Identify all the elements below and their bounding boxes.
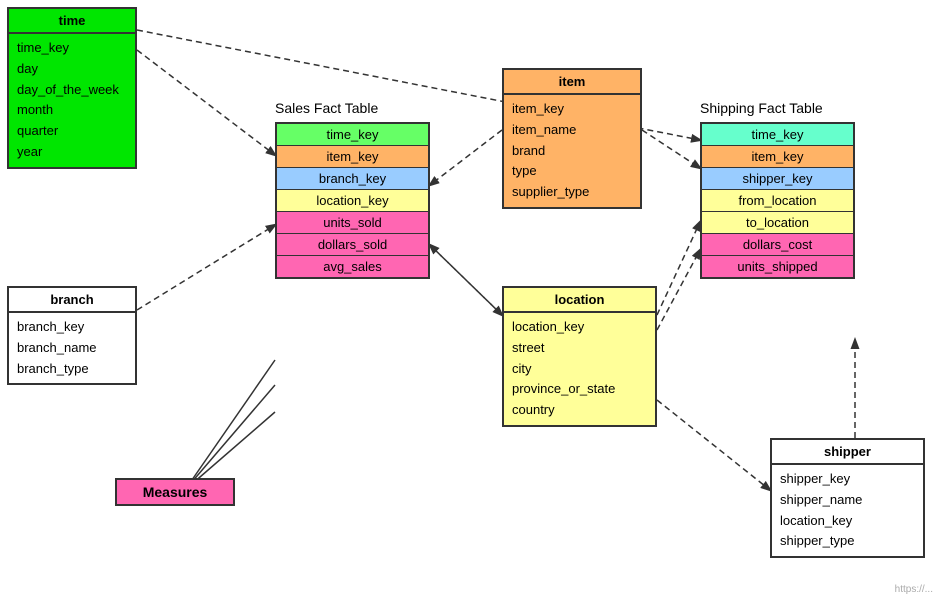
time-fields: time_key day day_of_the_week month quart… <box>9 34 135 167</box>
shipper-field-2: shipper_name <box>780 490 915 511</box>
sales-row-time-key: time_key <box>277 124 428 146</box>
shipping-fact-label: Shipping Fact Table <box>700 100 823 116</box>
location-header: location <box>504 288 655 313</box>
branch-table: branch branch_key branch_name branch_typ… <box>7 286 137 385</box>
shipper-field-3: location_key <box>780 511 915 532</box>
measures-label: Measures <box>117 480 233 504</box>
time-field-5: quarter <box>17 121 127 142</box>
sales-row-avg-sales: avg_sales <box>277 256 428 277</box>
watermark: https://... <box>895 584 933 595</box>
item-field-1: item_key <box>512 99 632 120</box>
location-field-1: location_key <box>512 317 647 338</box>
item-field-3: brand <box>512 141 632 162</box>
diagram: time time_key day day_of_the_week month … <box>0 0 943 600</box>
shipper-table: shipper shipper_key shipper_name locatio… <box>770 438 925 558</box>
item-field-2: item_name <box>512 120 632 141</box>
shipper-field-1: shipper_key <box>780 469 915 490</box>
item-table: item item_key item_name brand type suppl… <box>502 68 642 209</box>
shipper-header: shipper <box>772 440 923 465</box>
shipping-row-units-shipped: units_shipped <box>702 256 853 277</box>
sales-fact-label: Sales Fact Table <box>275 100 378 116</box>
measures-box: Measures <box>115 478 235 506</box>
time-table: time time_key day day_of_the_week month … <box>7 7 137 169</box>
shipping-row-time-key: time_key <box>702 124 853 146</box>
time-field-6: year <box>17 142 127 163</box>
shipper-fields: shipper_key shipper_name location_key sh… <box>772 465 923 556</box>
sales-row-units-sold: units_sold <box>277 212 428 234</box>
time-header: time <box>9 9 135 34</box>
shipping-row-dollars-cost: dollars_cost <box>702 234 853 256</box>
sales-row-location-key: location_key <box>277 190 428 212</box>
item-field-4: type <box>512 161 632 182</box>
sales-row-item-key: item_key <box>277 146 428 168</box>
shipper-field-4: shipper_type <box>780 531 915 552</box>
time-field-4: month <box>17 100 127 121</box>
branch-field-3: branch_type <box>17 359 127 380</box>
item-header: item <box>504 70 640 95</box>
location-field-5: country <box>512 400 647 421</box>
shipping-row-to-location: to_location <box>702 212 853 234</box>
time-field-1: time_key <box>17 38 127 59</box>
location-field-3: city <box>512 359 647 380</box>
shipping-row-item-key: item_key <box>702 146 853 168</box>
branch-fields: branch_key branch_name branch_type <box>9 313 135 383</box>
item-field-5: supplier_type <box>512 182 632 203</box>
location-table: location location_key street city provin… <box>502 286 657 427</box>
location-fields: location_key street city province_or_sta… <box>504 313 655 425</box>
time-field-2: day <box>17 59 127 80</box>
shipping-row-from-location: from_location <box>702 190 853 212</box>
sales-fact-table: time_key item_key branch_key location_ke… <box>275 122 430 279</box>
branch-header: branch <box>9 288 135 313</box>
shipping-row-shipper-key: shipper_key <box>702 168 853 190</box>
branch-field-1: branch_key <box>17 317 127 338</box>
location-field-2: street <box>512 338 647 359</box>
time-field-3: day_of_the_week <box>17 80 127 101</box>
sales-row-dollars-sold: dollars_sold <box>277 234 428 256</box>
shipping-fact-table: time_key item_key shipper_key from_locat… <box>700 122 855 279</box>
sales-row-branch-key: branch_key <box>277 168 428 190</box>
location-field-4: province_or_state <box>512 379 647 400</box>
item-fields: item_key item_name brand type supplier_t… <box>504 95 640 207</box>
branch-field-2: branch_name <box>17 338 127 359</box>
